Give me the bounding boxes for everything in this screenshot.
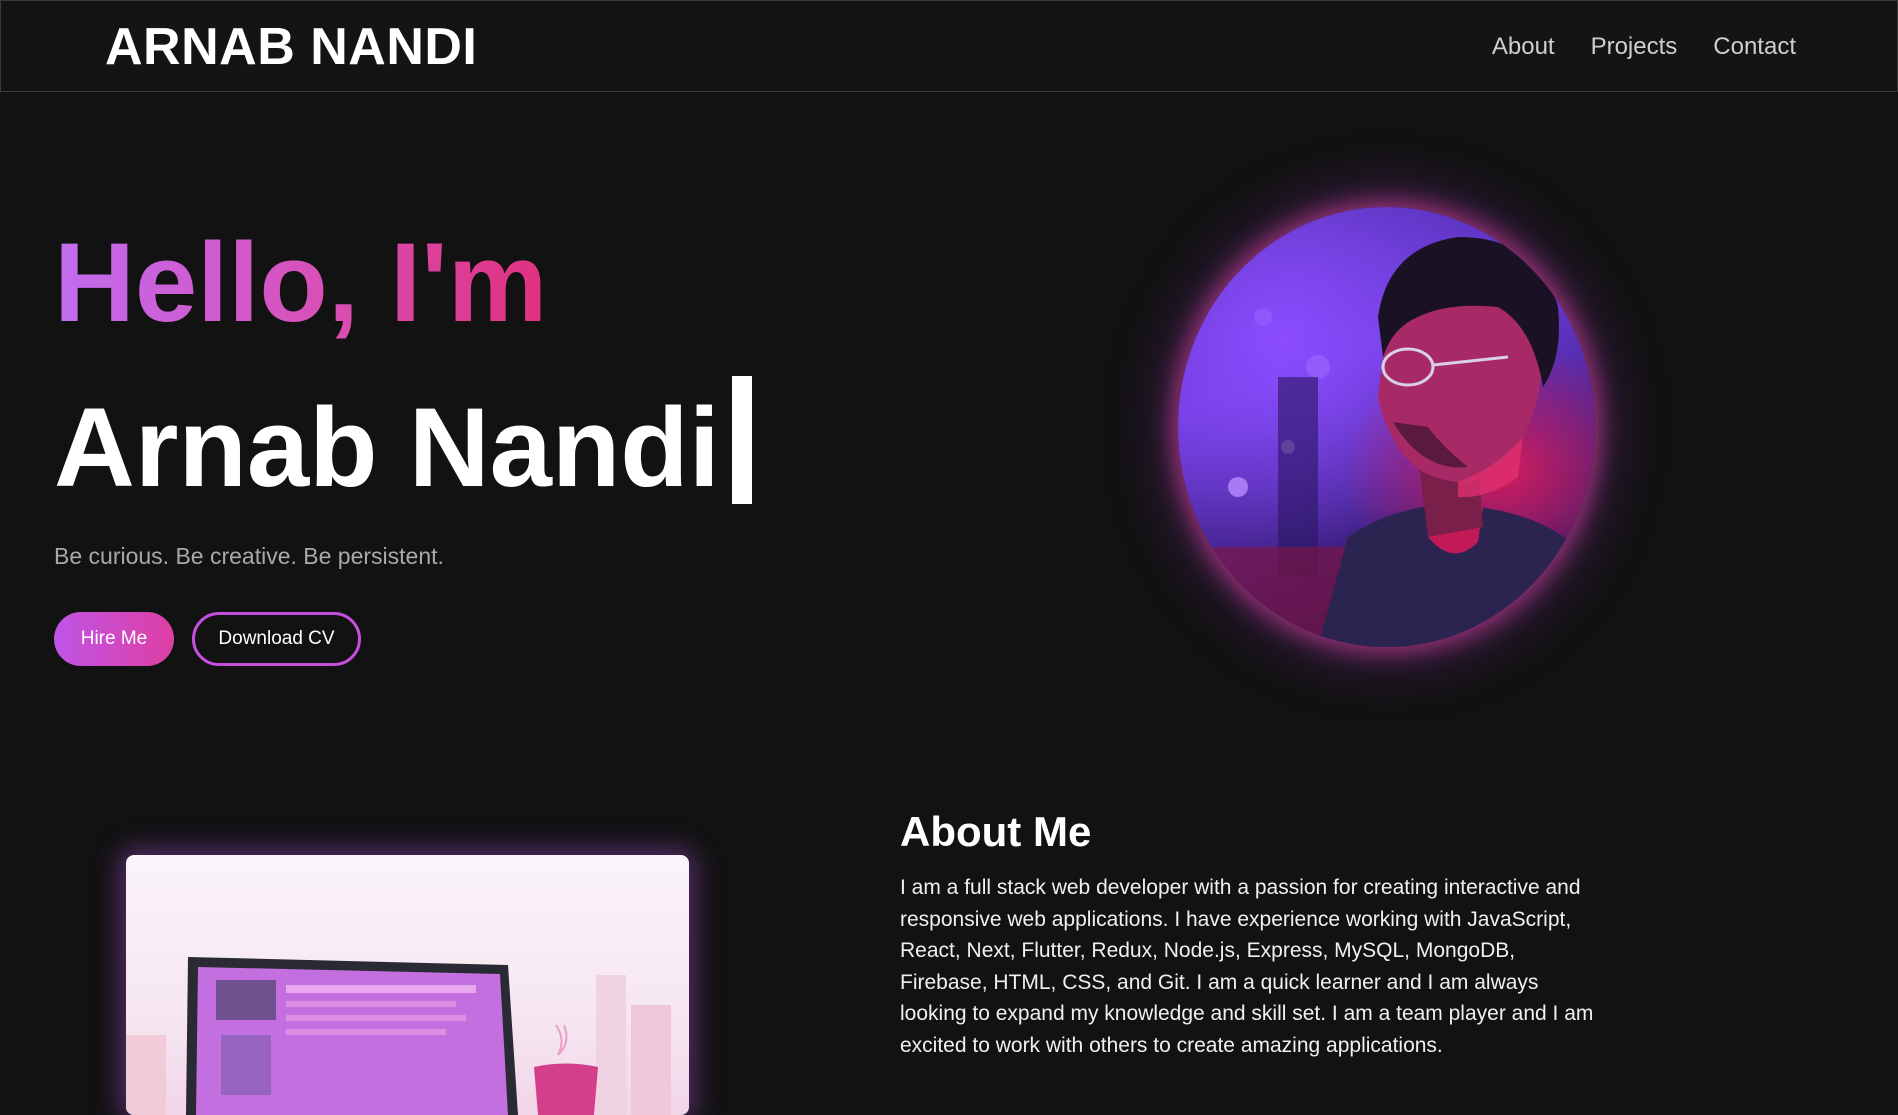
typing-caret — [731, 376, 752, 504]
hero-greeting: Hello, I'm — [54, 218, 547, 348]
about-laptop-image — [126, 855, 689, 1115]
about-description: I am a full stack web developer with a p… — [900, 876, 1594, 1057]
nav-link-about[interactable]: About — [1492, 29, 1555, 65]
hero-name: Arnab Nandi — [54, 385, 720, 510]
profile-photo — [1178, 207, 1595, 647]
navbar: ARNAB NANDI About Projects Contact — [0, 0, 1898, 92]
laptop-illustration — [126, 957, 671, 1115]
brand-logo[interactable]: ARNAB NANDI — [105, 17, 477, 77]
nav-links: About Projects Contact — [1492, 29, 1796, 65]
download-cv-button[interactable]: Download CV — [192, 612, 361, 666]
about-title: About Me — [900, 808, 1092, 855]
hire-me-button[interactable]: Hire Me — [54, 612, 174, 666]
hero-name-line: Arnab Nandi — [54, 376, 752, 513]
nav-link-contact[interactable]: Contact — [1713, 29, 1796, 65]
nav-link-projects[interactable]: Projects — [1591, 29, 1678, 65]
profile-photo-illustration — [1178, 237, 1595, 647]
hero-tagline: Be curious. Be creative. Be persistent. — [54, 543, 444, 569]
